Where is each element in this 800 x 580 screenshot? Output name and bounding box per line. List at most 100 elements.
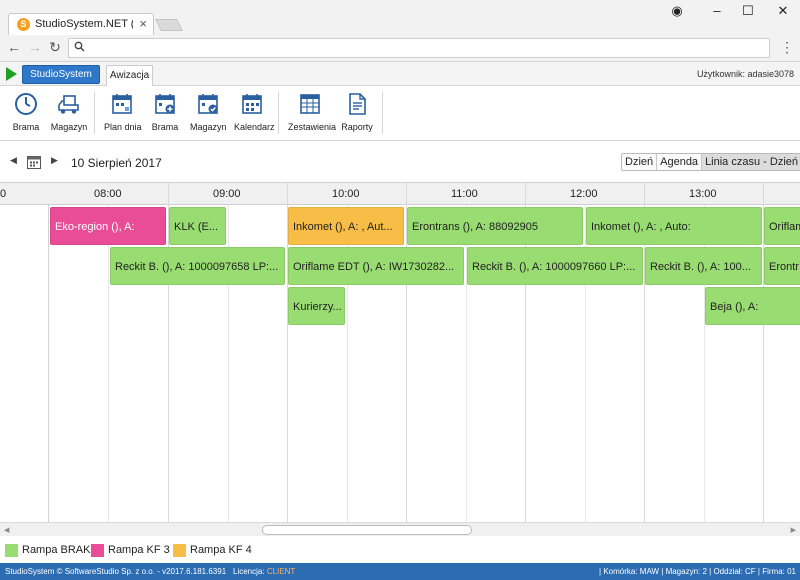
ribbon-kalendarz-button[interactable]: Kalendarz	[234, 92, 275, 138]
clock-icon	[15, 93, 37, 115]
next-day-icon[interactable]: ▶	[51, 155, 58, 166]
hour-label: 08:00	[94, 188, 122, 200]
ribbon-separator	[94, 92, 95, 134]
ribbon: Brama Magazyn Plan dnia Brama Magazyn Ka…	[0, 86, 800, 141]
tab-awizacja[interactable]: Awizacja	[106, 65, 153, 87]
gutter-label: 0	[0, 188, 7, 200]
view-day-button[interactable]: Dzień	[622, 154, 658, 170]
hour-label: 10:00	[332, 188, 360, 200]
hour-label: 13:00	[689, 188, 717, 200]
event-block[interactable]: KLK (E...	[169, 207, 226, 245]
copyright-text: StudioSystem © SoftwareStudio Sp. z o.o.…	[5, 567, 227, 576]
status-bar: StudioSystem © SoftwareStudio Sp. z o.o.…	[0, 563, 800, 580]
favicon-icon: S	[17, 18, 30, 31]
scroll-left-icon[interactable]: ◀	[4, 526, 9, 534]
ribbon-label: Plan dnia	[104, 122, 142, 132]
legend-label: Rampa BRAK	[22, 544, 91, 556]
event-block[interactable]: Oriflam	[764, 207, 800, 245]
profile-icon[interactable]: ◉	[660, 0, 694, 22]
event-block[interactable]: Erontrans (), A: 88092905	[407, 207, 583, 245]
ribbon-raporty-button[interactable]: Raporty	[341, 92, 373, 138]
legend-swatch	[91, 544, 104, 557]
ribbon-label: Raporty	[341, 122, 373, 132]
ribbon-separator	[382, 92, 383, 134]
scroll-right-icon[interactable]: ▶	[791, 526, 796, 534]
license-value: CLIENT	[266, 567, 296, 576]
prev-day-icon[interactable]: ◀	[10, 155, 17, 166]
ribbon-brama-button[interactable]: Brama	[10, 92, 42, 138]
studiosystem-button[interactable]: StudioSystem	[22, 65, 100, 84]
play-icon[interactable]	[6, 67, 17, 81]
calendar-icon	[242, 94, 262, 114]
date-picker-icon[interactable]	[27, 155, 41, 172]
forward-icon[interactable]: →	[27, 39, 43, 55]
event-block[interactable]: Erontr	[764, 247, 800, 285]
half-hour-gridline	[108, 205, 109, 522]
tab-title: StudioSystem.NET (c) So	[35, 18, 133, 30]
hour-label: 12:00	[570, 188, 598, 200]
ribbon-label: Magazyn	[190, 122, 227, 132]
license-info: Licencja: CLIENT	[233, 563, 295, 580]
ribbon-zestawienia-button[interactable]: Zestawienia	[288, 92, 337, 138]
hour-label: 09:00	[213, 188, 241, 200]
truck-icon	[58, 95, 79, 114]
event-block[interactable]: Beja (), A:	[705, 287, 800, 325]
ribbon-label: Kalendarz	[234, 122, 275, 132]
user-label: Użytkownik: adasie3078	[696, 69, 794, 79]
calendar-add-icon	[155, 94, 175, 114]
browser-menu-icon[interactable]: ⋮	[780, 39, 794, 56]
scrollbar-thumb[interactable]	[262, 525, 472, 535]
timeline-view: 0 08:00 09:00 10:00 11:00 12:00 13:00 Ek…	[0, 182, 800, 522]
time-header: 0 08:00 09:00 10:00 11:00 12:00 13:00	[0, 183, 800, 205]
context-info: | Komórka: MAW | Magazyn: 2 | Oddział: C…	[599, 567, 796, 576]
legend: Rampa BRAK Rampa KF 3 Rampa KF 4	[0, 540, 800, 562]
calendar-day-icon	[112, 94, 132, 114]
ribbon-magazyn-calendar-button[interactable]: Magazyn	[190, 92, 227, 138]
legend-label: Rampa KF 4	[190, 544, 252, 556]
minimize-button[interactable]: –	[700, 0, 734, 22]
ribbon-label: Brama	[12, 122, 40, 132]
ribbon-label: Zestawienia	[288, 122, 337, 132]
event-block[interactable]: Inkomet (), A: , Auto:	[586, 207, 762, 245]
report-grid-icon	[300, 94, 320, 114]
event-block[interactable]: Inkomet (), A: , Aut...	[288, 207, 404, 245]
event-block[interactable]: Reckit B. (), A: 1000097658 LP:...	[110, 247, 285, 285]
browser-toolbar: ← → ↻ ⋮	[0, 35, 800, 62]
maximize-button[interactable]: ☐	[731, 0, 765, 22]
ribbon-separator	[278, 92, 279, 134]
event-block[interactable]: Kurierzy...	[288, 287, 345, 325]
ribbon-plan-dnia-button[interactable]: Plan dnia	[104, 92, 142, 138]
legend-swatch	[5, 544, 18, 557]
document-icon	[349, 93, 366, 115]
close-window-button[interactable]: ✕	[766, 0, 800, 22]
hour-label: 11:00	[451, 188, 478, 200]
legend-label: Rampa KF 3	[108, 544, 170, 556]
new-tab-button[interactable]	[155, 19, 183, 31]
ribbon-label: Magazyn	[50, 122, 88, 132]
event-block[interactable]: Oriflame EDT (), A: IW1730282...	[288, 247, 464, 285]
browser-tab[interactable]: S StudioSystem.NET (c) So ×	[8, 13, 154, 35]
legend-swatch	[173, 544, 186, 557]
ribbon-label: Brama	[151, 122, 179, 132]
view-timeline-day-button[interactable]: Linia czasu - Dzień	[702, 154, 800, 170]
calendar-navigation: ◀ ▶ 10 Sierpień 2017 Dzień Agenda Linia …	[0, 148, 800, 176]
search-icon	[74, 41, 85, 55]
horizontal-scrollbar[interactable]: ◀ ▶	[0, 522, 800, 536]
license-label: Licencja:	[233, 567, 265, 576]
browser-titlebar: S StudioSystem.NET (c) So × ◉ – ☐ ✕	[0, 0, 800, 35]
current-date: 10 Sierpień 2017	[71, 156, 162, 170]
view-agenda-button[interactable]: Agenda	[657, 154, 703, 170]
event-block[interactable]: Eko-region (), A:	[50, 207, 166, 245]
event-block[interactable]: Reckit B. (), A: 100...	[645, 247, 762, 285]
back-icon[interactable]: ←	[6, 39, 22, 55]
address-bar[interactable]	[68, 38, 770, 58]
view-switcher: Dzień Agenda Linia czasu - Dzień	[621, 153, 800, 171]
reload-icon[interactable]: ↻	[47, 39, 63, 56]
ribbon-magazyn-button[interactable]: Magazyn	[50, 92, 88, 138]
resource-gutter	[0, 205, 49, 522]
app-bar: StudioSystem Awizacja Użytkownik: adasie…	[0, 62, 800, 87]
ribbon-brama-calendar-button[interactable]: Brama	[150, 92, 180, 138]
close-tab-icon[interactable]: ×	[139, 16, 147, 31]
event-block[interactable]: Reckit B. (), A: 1000097660 LP:...	[467, 247, 643, 285]
calendar-check-icon	[198, 94, 218, 114]
